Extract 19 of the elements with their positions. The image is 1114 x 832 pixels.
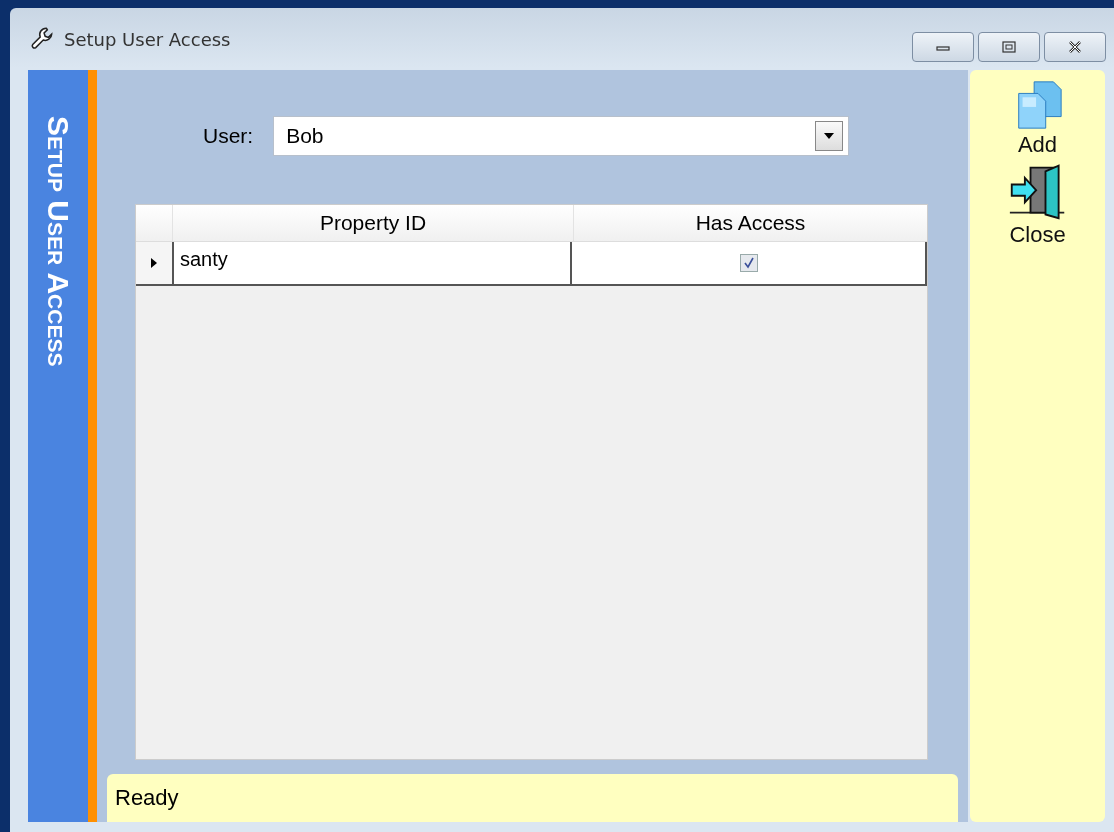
maximize-icon: [1001, 41, 1017, 53]
maximize-button[interactable]: [978, 32, 1040, 62]
add-button[interactable]: Add: [1010, 78, 1065, 158]
close-button[interactable]: [1044, 32, 1106, 62]
access-checkbox[interactable]: [739, 254, 758, 272]
status-text: Ready: [115, 785, 179, 811]
row-header[interactable]: [136, 242, 174, 284]
user-dropdown[interactable]: Bob: [273, 116, 850, 156]
user-label: User:: [203, 124, 254, 148]
table-cell: santy: [174, 242, 572, 284]
row-pointer-icon: [151, 258, 157, 268]
column-header[interactable]: Property ID: [172, 205, 573, 241]
sidebar-title: Setup User Access: [43, 116, 73, 367]
minimize-button[interactable]: [912, 32, 974, 62]
close-button[interactable]: Close: [1007, 162, 1068, 248]
column-header[interactable]: Has Access: [573, 205, 927, 241]
dropdown-arrow-icon: [824, 133, 835, 139]
window-title: Setup User Access: [64, 28, 231, 50]
close-icon: [1067, 41, 1083, 53]
